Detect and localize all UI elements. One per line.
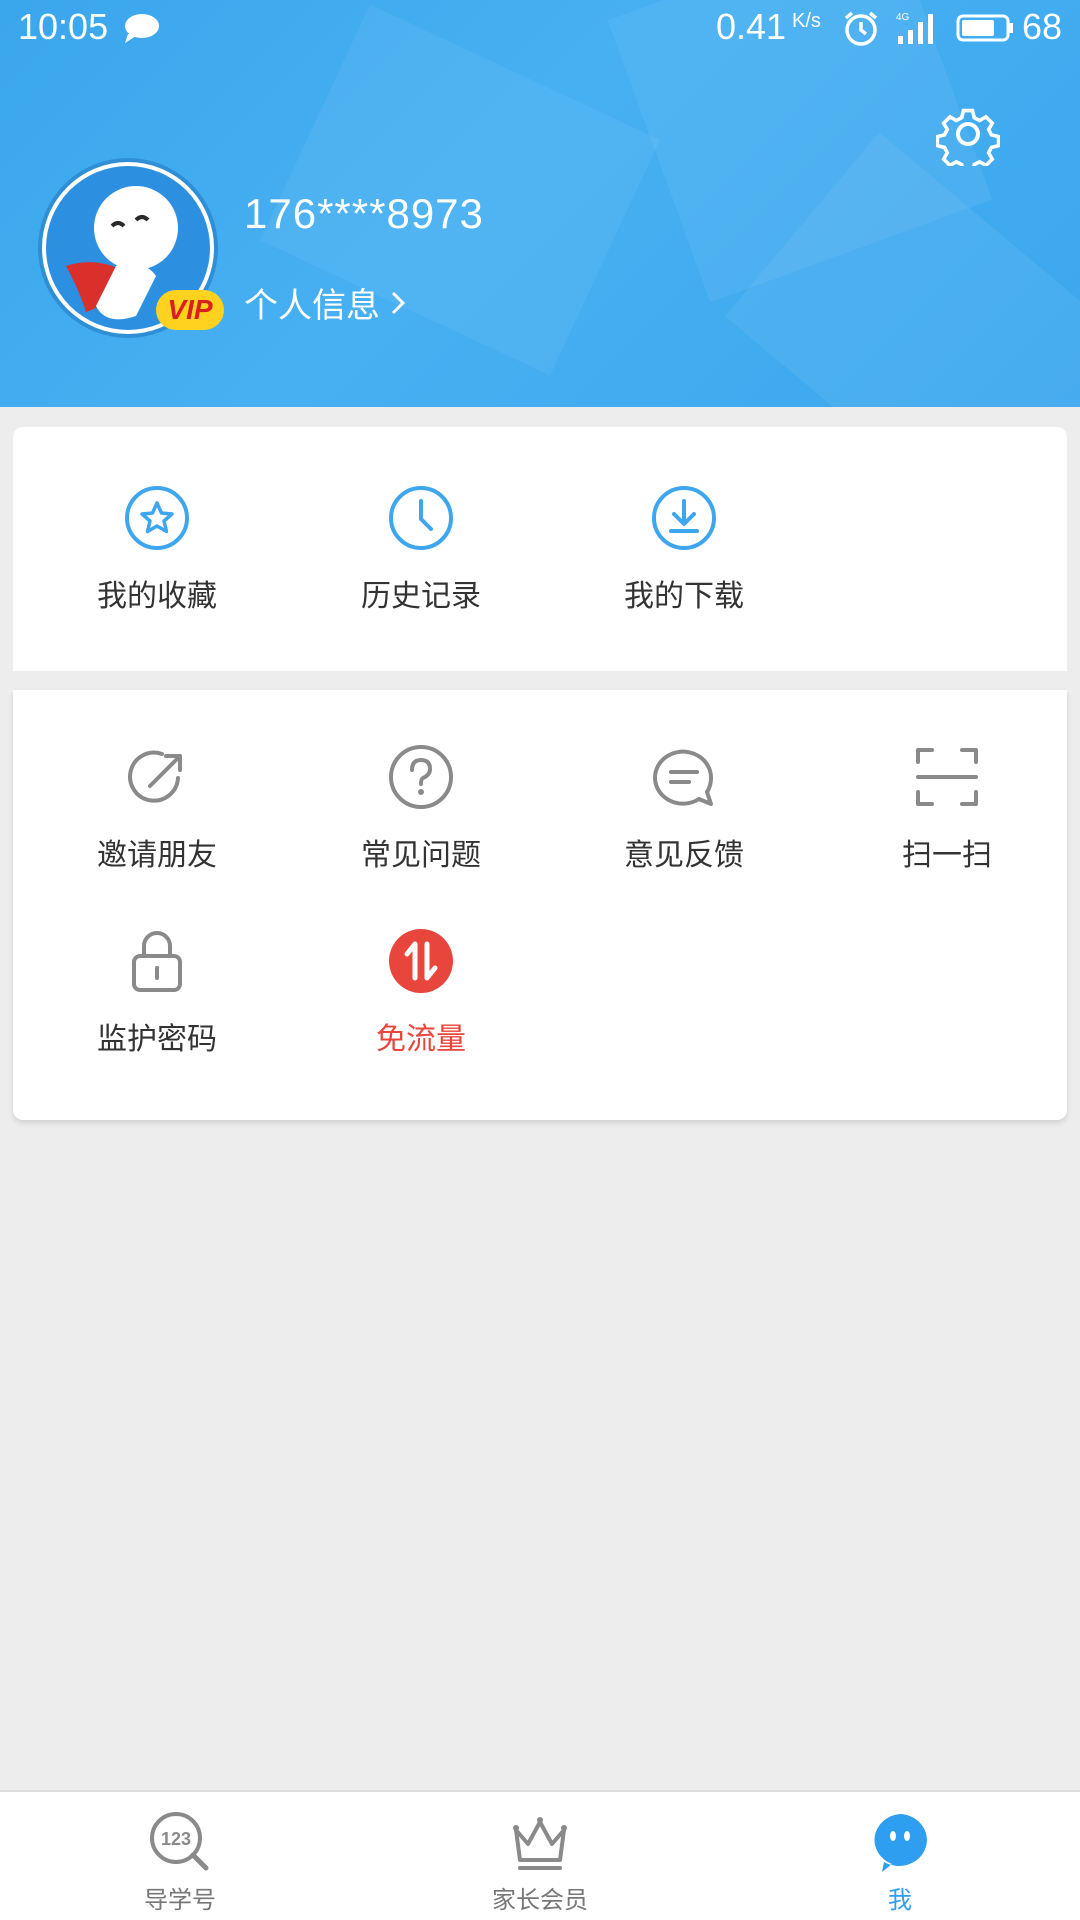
alarm-icon (844, 11, 878, 46)
feedback-button[interactable]: 意见反馈 (564, 742, 804, 874)
lock-icon (132, 931, 182, 992)
tab-guide-number[interactable]: 123 导学号 (80, 1810, 280, 1915)
invite-friends-label: 邀请朋友 (97, 838, 217, 873)
tab-me-label: 我 (888, 1886, 912, 1914)
chevron-right-icon (391, 291, 406, 314)
data-free-icon (389, 929, 453, 993)
search-123-icon: 123 (150, 1812, 209, 1871)
faq-label: 常见问题 (361, 838, 481, 873)
history-button[interactable]: 历史记录 (301, 483, 541, 615)
tab-parent-membership-label: 家长会员 (492, 1886, 588, 1914)
guardian-password-label: 监护密码 (97, 1022, 217, 1057)
quick-actions-card: 我的收藏 历史记录 我的下载 (13, 427, 1067, 671)
scan-button[interactable]: 扫一扫 (827, 742, 1067, 874)
favorites-button[interactable]: 我的收藏 (37, 483, 277, 615)
scan-icon (916, 748, 978, 806)
invite-friends-button[interactable]: 邀请朋友 (37, 742, 277, 874)
download-icon (652, 486, 716, 550)
svg-text:123: 123 (161, 1829, 191, 1849)
vip-badge: VIP (156, 290, 224, 330)
svg-text:4G: 4G (896, 12, 910, 23)
clock-icon (389, 486, 453, 550)
personal-info-link[interactable]: 个人信息 (244, 278, 406, 327)
data-free-label: 免流量 (376, 1022, 466, 1057)
star-icon (125, 486, 189, 550)
feedback-label: 意见反馈 (624, 838, 744, 873)
settings-button[interactable] (930, 96, 1006, 172)
downloads-label: 我的下载 (624, 579, 744, 614)
personal-info-label: 个人信息 (244, 286, 380, 326)
network-speed: 0.41 (716, 6, 787, 47)
user-phone: 176****8973 (244, 190, 484, 237)
downloads-button[interactable]: 我的下载 (564, 483, 804, 615)
tab-parent-membership[interactable]: 家长会员 (440, 1810, 640, 1915)
faq-button[interactable]: 常见问题 (301, 742, 541, 874)
guardian-password-button[interactable]: 监护密码 (37, 926, 277, 1058)
question-icon (389, 745, 453, 809)
data-free-button[interactable]: 免流量 (301, 926, 541, 1058)
feedback-icon (653, 749, 713, 806)
profile-header: 10:05 0.41 K/s 4G 68 VIP 176****8973 个人信… (0, 0, 1080, 407)
history-label: 历史记录 (361, 579, 481, 614)
profile-icon (874, 1814, 927, 1872)
status-time: 10:05 (18, 6, 109, 47)
signal-icon: 4G (896, 12, 933, 44)
chat-bubble-icon (125, 14, 159, 43)
bottom-tab-bar: 123 导学号 家长会员 我 (0, 1790, 1080, 1920)
favorites-label: 我的收藏 (97, 579, 217, 614)
avatar[interactable]: VIP (38, 158, 224, 338)
scan-label: 扫一扫 (902, 838, 992, 873)
tab-guide-number-label: 导学号 (144, 1886, 216, 1914)
battery-icon (956, 14, 1013, 42)
tab-me[interactable]: 我 (800, 1810, 1000, 1915)
status-bar: 10:05 0.41 K/s 4G 68 (0, 0, 1080, 56)
gear-icon (936, 108, 1000, 166)
tools-card: 邀请朋友 常见问题 意见反馈 扫一扫 监护密码 免流量 (13, 690, 1067, 1120)
network-speed-unit: K/s (792, 10, 821, 32)
crown-icon (513, 1817, 567, 1870)
share-icon (128, 750, 182, 803)
battery-level: 68 (1022, 6, 1063, 47)
